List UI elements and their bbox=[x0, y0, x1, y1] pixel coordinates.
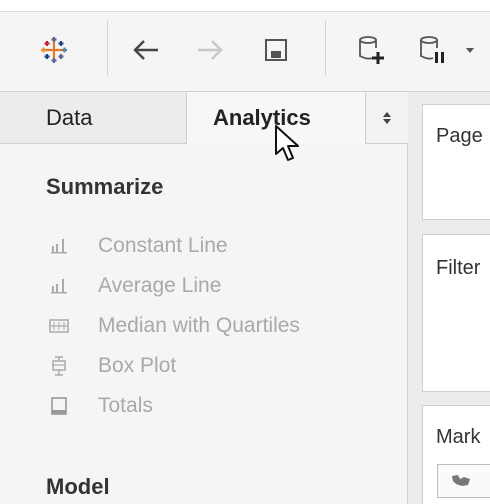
toolbar bbox=[0, 0, 490, 92]
tab-data[interactable]: Data bbox=[0, 92, 187, 144]
new-data-source-icon[interactable] bbox=[351, 30, 391, 70]
side-pane-tabs: Data Analytics bbox=[0, 92, 408, 144]
summarize-item-label: Median with Quartiles bbox=[98, 314, 300, 337]
marks-card-title: Mark bbox=[436, 426, 481, 448]
toolbar-separator bbox=[107, 20, 108, 76]
summarize-item-box-plot[interactable]: Box Plot bbox=[48, 352, 176, 380]
constant-line-icon bbox=[48, 235, 70, 257]
filters-shelf-title: Filter bbox=[436, 257, 481, 279]
toolbar-separator bbox=[325, 20, 326, 76]
forward-arrow-icon[interactable] bbox=[190, 30, 230, 70]
save-icon[interactable] bbox=[256, 30, 296, 70]
marks-card[interactable]: Mark bbox=[422, 405, 490, 504]
pages-shelf[interactable]: Page bbox=[422, 104, 490, 220]
summarize-item-average-line[interactable]: Average Line bbox=[48, 272, 221, 300]
filters-shelf[interactable]: Filter bbox=[422, 234, 490, 392]
pane-menu-button[interactable] bbox=[365, 92, 408, 144]
window-top-strip bbox=[0, 0, 490, 12]
summarize-item-label: Average Line bbox=[98, 274, 222, 297]
pause-updates-icon[interactable] bbox=[412, 30, 452, 70]
summarize-item-median-with-quartiles[interactable]: Median with Quartiles bbox=[48, 312, 300, 340]
summarize-item-constant-line[interactable]: Constant Line bbox=[48, 232, 228, 260]
average-line-icon bbox=[48, 275, 70, 297]
summarize-item-totals[interactable]: Totals bbox=[48, 392, 153, 420]
shelves-area: Page Filter Mark bbox=[408, 92, 490, 504]
tableau-logo-icon[interactable] bbox=[34, 30, 74, 70]
median-quartiles-icon bbox=[48, 315, 70, 337]
back-arrow-icon[interactable] bbox=[126, 30, 166, 70]
dropdown-caret-icon[interactable] bbox=[460, 30, 480, 70]
summarize-item-label: Box Plot bbox=[98, 354, 177, 377]
box-plot-icon bbox=[48, 355, 70, 377]
sort-arrows-icon bbox=[383, 111, 391, 124]
automatic-marks-icon bbox=[452, 475, 470, 486]
mark-type-dropdown[interactable] bbox=[437, 464, 490, 498]
pages-shelf-title: Page bbox=[436, 125, 483, 147]
tab-data-label: Data bbox=[46, 104, 93, 130]
summarize-item-label: Totals bbox=[98, 394, 153, 417]
summarize-item-label: Constant Line bbox=[98, 234, 228, 257]
side-pane: Data Analytics Summarize Constant Line A… bbox=[0, 92, 408, 504]
model-heading: Model bbox=[46, 474, 110, 499]
mouse-pointer-icon bbox=[274, 124, 304, 164]
summarize-heading: Summarize bbox=[46, 174, 164, 199]
totals-icon bbox=[48, 395, 70, 417]
